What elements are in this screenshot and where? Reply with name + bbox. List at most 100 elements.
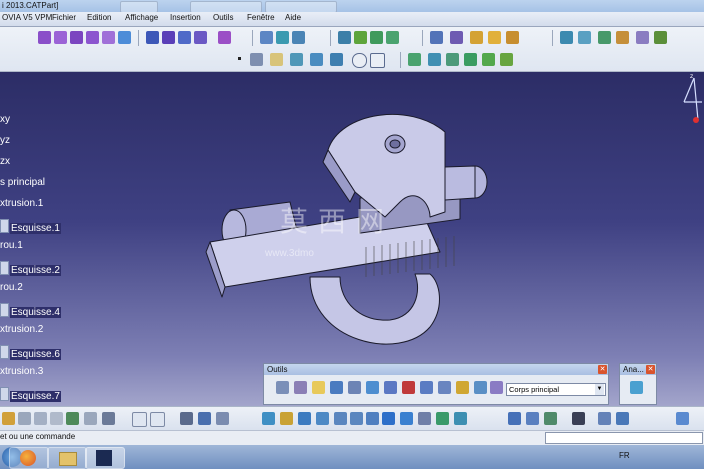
- measure-inertia-icon[interactable]: [544, 412, 557, 425]
- thickness-icon[interactable]: [654, 31, 667, 44]
- tree-item[interactable]: xtrusion.1: [0, 198, 43, 209]
- measure-icon[interactable]: [430, 31, 443, 44]
- symmetry-icon[interactable]: [446, 53, 459, 66]
- firefox-taskbar-button[interactable]: [9, 447, 49, 469]
- groove-icon[interactable]: [86, 31, 99, 44]
- plane-tool-icon[interactable]: [270, 53, 283, 66]
- translate-icon[interactable]: [428, 53, 441, 66]
- tree-item[interactable]: yz: [0, 135, 10, 146]
- design-table-icon[interactable]: [438, 381, 451, 394]
- menu-fenetre[interactable]: Fenêtre: [247, 13, 275, 22]
- zoom-in-icon[interactable]: [334, 412, 347, 425]
- menu-affichage[interactable]: Affichage: [125, 13, 158, 22]
- boolean-icon[interactable]: [218, 31, 231, 44]
- thread-icon[interactable]: [616, 31, 629, 44]
- 3d-axis-icon[interactable]: [312, 381, 325, 394]
- sweep-icon[interactable]: [598, 31, 611, 44]
- face-tool-icon[interactable]: [310, 53, 323, 66]
- grid-icon[interactable]: [450, 31, 463, 44]
- body-select[interactable]: Corps principal ▼: [506, 383, 606, 396]
- cut-icon[interactable]: [18, 412, 31, 425]
- catia-taskbar-button[interactable]: [85, 447, 125, 469]
- menu-edition[interactable]: Edition: [87, 13, 111, 22]
- camera-icon[interactable]: [572, 412, 585, 425]
- formula-icon[interactable]: [402, 381, 415, 394]
- paste-icon[interactable]: [50, 412, 63, 425]
- parameters-icon[interactable]: [420, 381, 433, 394]
- window-icon[interactable]: [616, 412, 629, 425]
- iso-view-icon[interactable]: [382, 412, 395, 425]
- tree-item[interactable]: xtrusion.3: [0, 366, 43, 377]
- tree-item[interactable]: rou.1: [0, 240, 23, 251]
- draft-icon[interactable]: [178, 31, 191, 44]
- shading-icon[interactable]: [400, 412, 413, 425]
- point-tool-icon[interactable]: [238, 57, 241, 60]
- menu-fichier[interactable]: Fichier: [52, 13, 76, 22]
- undo-icon[interactable]: [66, 412, 79, 425]
- lighting-icon[interactable]: [506, 31, 519, 44]
- video-icon[interactable]: [598, 412, 611, 425]
- fit-all-icon[interactable]: [280, 412, 293, 425]
- comment-icon[interactable]: [150, 412, 165, 427]
- language-indicator[interactable]: FR: [619, 451, 630, 460]
- update-icon[interactable]: [276, 381, 289, 394]
- material-icon[interactable]: [488, 31, 501, 44]
- sew-tool-icon[interactable]: [330, 53, 343, 66]
- list-icon[interactable]: [330, 381, 343, 394]
- shaft-icon[interactable]: [70, 31, 83, 44]
- measure-between-icon[interactable]: [508, 412, 521, 425]
- layer-icon[interactable]: [216, 412, 229, 425]
- tree-icon[interactable]: [198, 412, 211, 425]
- plane-icon[interactable]: [354, 31, 367, 44]
- knowledge-icon[interactable]: [676, 412, 689, 425]
- rotate-view-icon[interactable]: [316, 412, 329, 425]
- line-tool-icon[interactable]: [250, 53, 263, 66]
- hide-show-icon[interactable]: [418, 412, 431, 425]
- analysis-icon[interactable]: [630, 381, 643, 394]
- split-icon[interactable]: [636, 31, 649, 44]
- explorer-taskbar-button[interactable]: [47, 447, 87, 469]
- command-input[interactable]: [545, 432, 703, 444]
- tree-item-sketch[interactable]: Esquisse.7: [0, 387, 61, 402]
- hole-icon[interactable]: [102, 31, 115, 44]
- split-tool-icon[interactable]: [290, 53, 303, 66]
- point-icon[interactable]: [370, 31, 383, 44]
- zoom-out-icon[interactable]: [350, 412, 363, 425]
- chevron-down-icon[interactable]: ▼: [595, 384, 604, 395]
- rotate-icon[interactable]: [578, 31, 591, 44]
- scan-icon[interactable]: [474, 381, 487, 394]
- redo-icon[interactable]: [84, 412, 97, 425]
- measure-item-icon[interactable]: [526, 412, 539, 425]
- copy-icon[interactable]: [34, 412, 47, 425]
- menu-aide[interactable]: Aide: [285, 13, 301, 22]
- tree-item[interactable]: s principal: [0, 177, 45, 188]
- menu-insertion[interactable]: Insertion: [170, 13, 201, 22]
- tree-item-sketch[interactable]: Esquisse.4: [0, 303, 61, 318]
- select-icon[interactable]: [2, 412, 15, 425]
- scale-icon[interactable]: [292, 31, 305, 44]
- help-icon[interactable]: [102, 412, 115, 425]
- capture-icon[interactable]: [454, 412, 467, 425]
- line-icon[interactable]: [386, 31, 399, 44]
- body-icon[interactable]: [490, 381, 503, 394]
- fx-icon[interactable]: [132, 412, 147, 427]
- fillet-icon[interactable]: [146, 31, 159, 44]
- tree-item-sketch[interactable]: Esquisse.6: [0, 345, 61, 360]
- pocket-icon[interactable]: [54, 31, 67, 44]
- normal-view-icon[interactable]: [366, 412, 379, 425]
- pattern-icon[interactable]: [276, 31, 289, 44]
- menu-outils[interactable]: Outils: [213, 13, 233, 22]
- render-icon[interactable]: [470, 31, 483, 44]
- tree-item[interactable]: rou.2: [0, 282, 23, 293]
- fly-icon[interactable]: [262, 412, 275, 425]
- transform-icon[interactable]: [408, 53, 421, 66]
- pan-icon[interactable]: [298, 412, 311, 425]
- shell-icon[interactable]: [194, 31, 207, 44]
- catalog-icon[interactable]: [456, 381, 469, 394]
- chamfer-icon[interactable]: [162, 31, 175, 44]
- join-icon[interactable]: [500, 53, 513, 66]
- compass-icon[interactable]: z: [680, 72, 704, 130]
- mirror-icon[interactable]: [260, 31, 273, 44]
- sketch-icon[interactable]: [338, 31, 351, 44]
- tree-item[interactable]: xtrusion.2: [0, 324, 43, 335]
